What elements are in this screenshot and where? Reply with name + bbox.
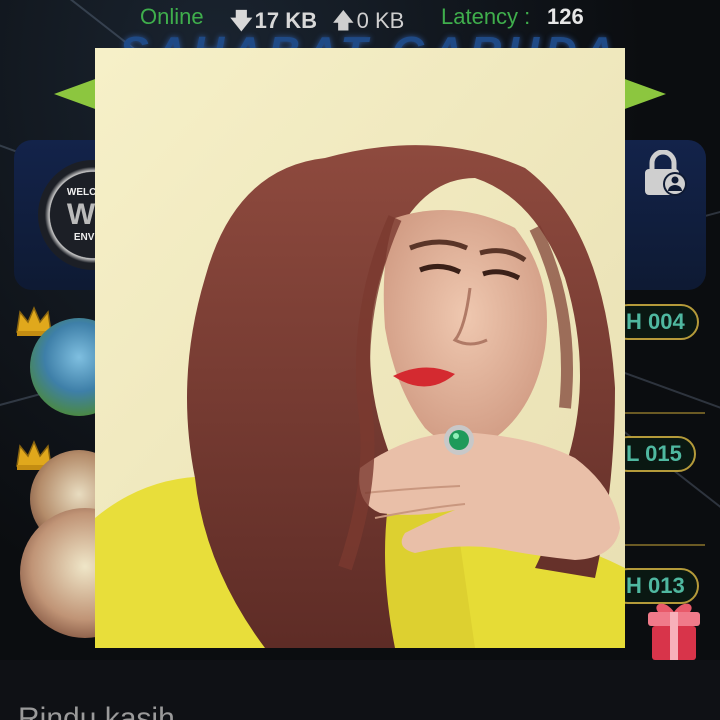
gift-box-icon[interactable]: [644, 598, 704, 664]
lock-user-icon[interactable]: [642, 150, 688, 198]
seat-divider: [625, 412, 705, 414]
latency-label: Latency :: [441, 4, 531, 29]
banner-ribbon-left: [54, 78, 98, 110]
online-status: Online: [140, 4, 204, 29]
chat-input-text[interactable]: Rindu kasih: [18, 702, 175, 720]
profile-photo-viewer[interactable]: [95, 48, 625, 648]
banner-ribbon-right: [622, 78, 666, 110]
profile-photo: [95, 48, 625, 648]
latency-value: 126: [547, 4, 584, 29]
seat-divider: [625, 544, 705, 546]
